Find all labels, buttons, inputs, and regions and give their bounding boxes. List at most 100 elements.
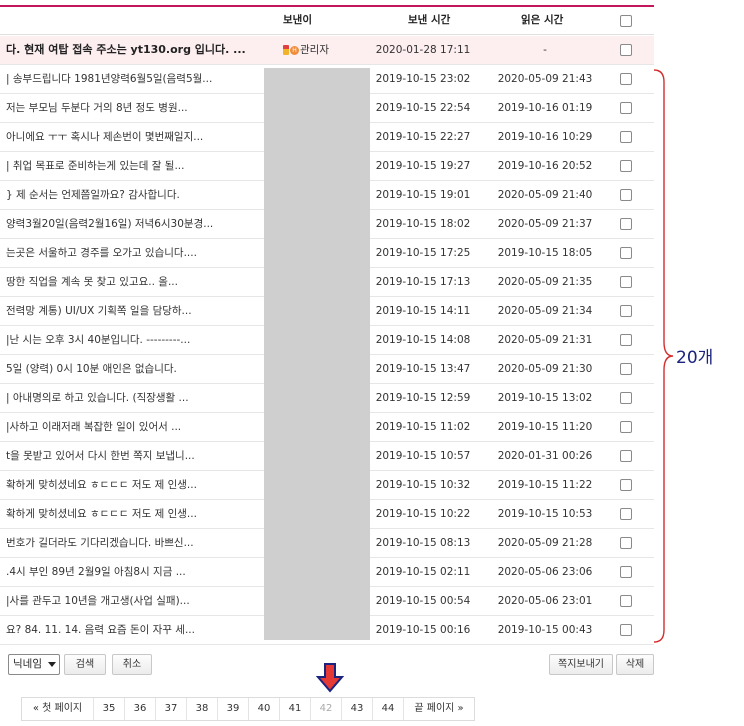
message-subject[interactable]: |난 시는 오후 3시 40분입니다. ---------... [6, 326, 256, 354]
message-subject[interactable]: t을 못받고 있어서 다시 한번 쪽지 보냅니... [6, 442, 256, 470]
message-read-time: 2019-10-15 18:05 [497, 247, 593, 259]
message-read-time: 2020-05-09 21:40 [497, 189, 593, 201]
arrow-down-icon [316, 663, 344, 693]
message-sent-time: 2019-10-15 19:27 [375, 160, 471, 172]
top-accent-border [0, 5, 654, 7]
notice-checkbox[interactable] [620, 44, 632, 56]
message-sent-time: 2019-10-15 08:13 [375, 537, 471, 549]
pagination: « 첫 페이지 35 36 37 38 39 40 41 42 43 44 끝 … [21, 697, 475, 721]
message-checkbox[interactable] [620, 73, 632, 85]
header-read-time: 읽은 시간 [521, 14, 564, 26]
message-checkbox[interactable] [620, 305, 632, 317]
page-link[interactable]: 39 [218, 698, 249, 720]
message-read-time: 2019-10-15 11:20 [497, 421, 593, 433]
page-link[interactable]: 43 [342, 698, 373, 720]
notice-read-time: - [543, 44, 547, 56]
message-checkbox[interactable] [620, 247, 632, 259]
message-sent-time: 2019-10-15 22:54 [375, 102, 471, 114]
message-checkbox[interactable] [620, 508, 632, 520]
message-checkbox[interactable] [620, 102, 632, 114]
message-sent-time: 2019-10-15 17:13 [375, 276, 471, 288]
send-message-button[interactable]: 쪽지보내기 [549, 654, 613, 675]
message-subject[interactable]: |사를 관두고 10년을 개고생(사업 실패)... [6, 587, 256, 615]
message-sent-time: 2019-10-15 00:16 [375, 624, 471, 636]
search-field-select[interactable]: 닉네임 [8, 654, 60, 675]
message-subject[interactable]: 아니에요 ㅜㅜ 혹시나 제손번이 몇번째일지... [6, 123, 256, 151]
message-sent-time: 2019-10-15 12:59 [375, 392, 471, 404]
message-sent-time: 2019-10-15 10:57 [375, 450, 471, 462]
current-page: 42 [311, 698, 342, 720]
message-subject[interactable]: 양력3월20일(음력2월16일) 저녁6시30분경... [6, 210, 256, 238]
message-subject[interactable]: | 아내명의로 하고 있습니다. (직장생활 ... [6, 384, 256, 412]
page-link[interactable]: 38 [187, 698, 218, 720]
message-checkbox[interactable] [620, 131, 632, 143]
cancel-button[interactable]: 취소 [112, 654, 152, 675]
count-brace-annotation [653, 69, 674, 643]
message-checkbox[interactable] [620, 334, 632, 346]
message-read-time: 2020-05-06 23:01 [497, 595, 593, 607]
message-subject[interactable]: | 취업 목표로 준비하는게 있는데 잘 될... [6, 152, 256, 180]
page-link[interactable]: 41 [280, 698, 311, 720]
message-read-time: 2020-01-31 00:26 [497, 450, 593, 462]
message-read-time: 2020-05-06 23:06 [497, 566, 593, 578]
admin-badge-icon: H [290, 45, 299, 55]
last-page-link[interactable]: 끝 페이지 » [404, 698, 474, 720]
notice-sender-name: 관리자 [300, 44, 329, 56]
message-list-panel: 보낸이 보낸 시간 읽은 시간 다. 현재 여탑 접속 주소는 yt130.or… [0, 0, 654, 726]
message-subject[interactable]: 땅한 직업을 계속 못 찾고 있고요.. 올... [6, 268, 256, 296]
delete-button[interactable]: 삭제 [616, 654, 654, 675]
message-read-time: 2020-05-09 21:37 [497, 218, 593, 230]
message-checkbox[interactable] [620, 450, 632, 462]
message-checkbox[interactable] [620, 392, 632, 404]
message-checkbox[interactable] [620, 537, 632, 549]
header-sent-time: 보낸 시간 [408, 14, 451, 26]
page-link[interactable]: 40 [249, 698, 280, 720]
message-sent-time: 2019-10-15 23:02 [375, 73, 471, 85]
notice-row[interactable]: 다. 현재 여탑 접속 주소는 yt130.org 입니다. ... H 관리자 … [0, 36, 654, 65]
search-button[interactable]: 검색 [64, 654, 106, 675]
message-read-time: 2019-10-15 00:43 [497, 624, 593, 636]
message-read-time: 2020-05-09 21:30 [497, 363, 593, 375]
message-subject[interactable]: 는곳은 서울하고 경주를 오가고 있습니다.... [6, 239, 256, 267]
page-link[interactable]: 44 [373, 698, 404, 720]
notice-subject[interactable]: 다. 현재 여탑 접속 주소는 yt130.org 입니다. ... [6, 36, 256, 64]
message-subject[interactable]: 확하게 맞히셨네요 ㅎㄷㄷㄷ 저도 제 인생... [6, 500, 256, 528]
message-subject[interactable]: | 송부드립니다 1981년양력6월5일(음력5월... [6, 65, 256, 93]
first-page-link[interactable]: « 첫 페이지 [22, 698, 94, 720]
message-subject[interactable]: } 제 순서는 언제쯤일까요? 감사합니다. [6, 181, 256, 209]
message-subject[interactable]: 5일 (양력) 0시 10분 애인은 없습니다. [6, 355, 256, 383]
header-sender: 보낸이 [283, 14, 312, 26]
page-link[interactable]: 37 [156, 698, 187, 720]
message-sent-time: 2019-10-15 10:32 [375, 479, 471, 491]
page-link[interactable]: 35 [94, 698, 125, 720]
message-read-time: 2019-10-16 01:19 [497, 102, 593, 114]
message-sent-time: 2019-10-15 14:11 [375, 305, 471, 317]
select-all-checkbox[interactable] [620, 15, 632, 27]
message-subject[interactable]: 번호가 길더라도 기다리겠습니다. 바쁘신... [6, 529, 256, 557]
message-subject[interactable]: 전력망 계통) UI/UX 기획쪽 일을 담당하... [6, 297, 256, 325]
message-subject[interactable]: 확하게 맞히셨네요 ㅎㄷㄷㄷ 저도 제 인생... [6, 471, 256, 499]
message-checkbox[interactable] [620, 595, 632, 607]
message-read-time: 2019-10-15 11:22 [497, 479, 593, 491]
message-read-time: 2020-05-09 21:31 [497, 334, 593, 346]
notice-sent-time: 2020-01-28 17:11 [375, 44, 471, 56]
page-link[interactable]: 36 [125, 698, 156, 720]
message-checkbox[interactable] [620, 160, 632, 172]
message-checkbox[interactable] [620, 624, 632, 636]
message-subject[interactable]: 저는 부모님 두분다 거의 8년 정도 병원... [6, 94, 256, 122]
message-checkbox[interactable] [620, 189, 632, 201]
message-checkbox[interactable] [620, 363, 632, 375]
message-read-time: 2020-05-09 21:43 [497, 73, 593, 85]
message-subject[interactable]: .4시 부인 89년 2월9일 아침8시 지금 ... [6, 558, 256, 586]
message-subject[interactable]: |사하고 이래저래 복잡한 일이 있어서 ... [6, 413, 256, 441]
message-read-time: 2020-05-09 21:34 [497, 305, 593, 317]
message-subject[interactable]: 요? 84. 11. 14. 음력 요즘 돈이 자꾸 세... [6, 616, 256, 644]
message-read-time: 2019-10-16 20:52 [497, 160, 593, 172]
message-checkbox[interactable] [620, 276, 632, 288]
message-checkbox[interactable] [620, 566, 632, 578]
message-checkbox[interactable] [620, 421, 632, 433]
message-checkbox[interactable] [620, 479, 632, 491]
message-sent-time: 2019-10-15 18:02 [375, 218, 471, 230]
message-sent-time: 2019-10-15 00:54 [375, 595, 471, 607]
message-checkbox[interactable] [620, 218, 632, 230]
